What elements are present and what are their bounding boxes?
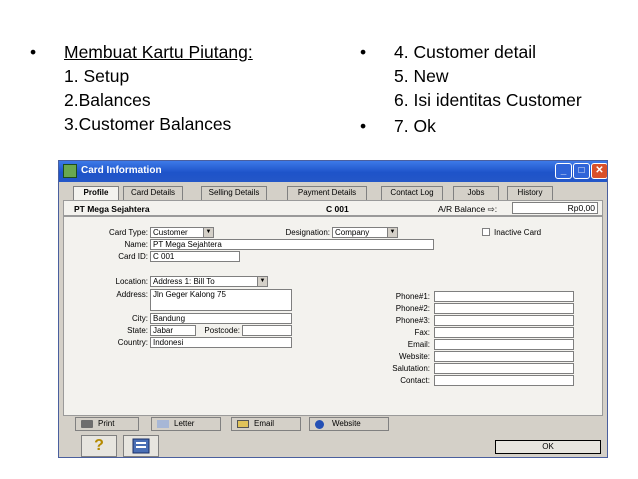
address-label: Address:: [116, 290, 148, 299]
website-field[interactable]: [434, 351, 574, 362]
chevron-down-icon[interactable]: ▼: [203, 228, 213, 237]
window-titlebar[interactable]: Card Information _ □ ✕: [59, 161, 607, 182]
tab-card-details[interactable]: Card Details: [123, 186, 183, 200]
location-value: Address 1: Bill To: [153, 277, 215, 286]
tab-jobs[interactable]: Jobs: [453, 186, 499, 200]
bullet-item: • 7. Ok: [360, 114, 582, 138]
action-button-bar: Print Letter Email Website: [63, 417, 603, 431]
right-bullet-list: • 4. Customer detail 5. New 6. Isi ident…: [360, 40, 582, 138]
card-header: PT Mega Sejahtera C 001 A/R Balance ⇨: R…: [63, 200, 603, 216]
phone1-field[interactable]: [434, 291, 574, 302]
card-id-label: Card ID:: [118, 252, 148, 261]
address-field[interactable]: Jln Geger Kalong 75: [150, 289, 292, 311]
print-label: Print: [98, 419, 115, 428]
tab-payment-details[interactable]: Payment Details: [287, 186, 367, 200]
email-label: Email:: [407, 340, 430, 349]
tab-profile[interactable]: Profile: [73, 186, 119, 200]
letter-button[interactable]: Letter: [151, 417, 221, 431]
bullet-subline: 2.Balances: [64, 90, 151, 110]
left-bullet-list: • Membuat Kartu Piutang: 1. Setup 2.Bala…: [30, 40, 253, 136]
chevron-down-icon[interactable]: ▼: [257, 277, 267, 286]
email-icon: [237, 420, 249, 428]
email-button-label: Email: [254, 419, 275, 428]
bullet-subline: 6. Isi identitas Customer: [394, 90, 582, 110]
inactive-card-checkbox[interactable]: [482, 228, 490, 236]
phone1-label: Phone#1:: [395, 292, 430, 301]
bullet-subline: 1. Setup: [64, 66, 130, 86]
bullet-subline: 3.Customer Balances: [64, 114, 232, 134]
card-type-label: Card Type:: [109, 228, 148, 237]
salutation-field[interactable]: [434, 363, 574, 374]
website-button-label: Website: [332, 419, 361, 428]
maximize-button[interactable]: □: [573, 163, 590, 179]
tab-selling-details[interactable]: Selling Details: [201, 186, 267, 200]
contact-label: Contact:: [400, 376, 430, 385]
printer-icon: [81, 420, 93, 428]
card-type-value: Customer: [153, 228, 188, 237]
email-button[interactable]: Email: [231, 417, 301, 431]
inactive-card-label: Inactive Card: [494, 228, 542, 237]
window-title: Card Information: [81, 165, 162, 176]
phone2-label: Phone#2:: [395, 304, 430, 313]
phone3-field[interactable]: [434, 315, 574, 326]
tab-contact-log[interactable]: Contact Log: [381, 186, 443, 200]
bullet-line: 4. Customer detail: [394, 42, 537, 62]
bullet-dot: •: [30, 42, 37, 62]
card-type-select[interactable]: Customer ▼: [150, 227, 214, 238]
window-bottom-bar: ? OK: [59, 432, 607, 457]
close-button[interactable]: ✕: [591, 163, 607, 179]
state-field[interactable]: Jabar: [150, 325, 196, 336]
card-window-icon: [63, 164, 77, 178]
bullet-line: 7. Ok: [394, 116, 436, 136]
help-button[interactable]: ?: [81, 435, 117, 457]
fax-field[interactable]: [434, 327, 574, 338]
letter-icon: [157, 420, 169, 428]
bullet-subline: 5. New: [394, 66, 449, 86]
state-label: State:: [127, 326, 148, 335]
ar-balance-value: Rp0,00: [512, 202, 598, 214]
country-label: Country:: [117, 338, 148, 347]
phone3-label: Phone#3:: [395, 316, 430, 325]
website-button[interactable]: Website: [309, 417, 389, 431]
card-id-heading: C 001: [326, 204, 349, 214]
profile-panel: Card Type: Customer ▼ Designation: Compa…: [63, 216, 603, 416]
card-name-heading: PT Mega Sejahtera: [74, 204, 150, 214]
postcode-field[interactable]: [242, 325, 292, 336]
designation-select[interactable]: Company ▼: [332, 227, 398, 238]
bullet-item: • 4. Customer detail: [360, 40, 582, 64]
ar-balance-label: A/R Balance ⇨:: [438, 204, 498, 214]
help-icon: ?: [94, 437, 104, 454]
bullet-heading: Membuat Kartu Piutang:: [64, 42, 253, 62]
designation-label: Designation:: [285, 228, 330, 237]
chevron-down-icon[interactable]: ▼: [387, 228, 397, 237]
website-label: Website:: [399, 352, 430, 361]
postcode-label: Postcode:: [204, 326, 240, 335]
designation-value: Company: [335, 228, 370, 237]
bullet-dot: •: [360, 116, 367, 136]
location-select[interactable]: Address 1: Bill To ▼: [150, 276, 268, 287]
phone2-field[interactable]: [434, 303, 574, 314]
fax-label: Fax:: [414, 328, 430, 337]
card-id-field[interactable]: C 001: [150, 251, 240, 262]
print-button[interactable]: Print: [75, 417, 139, 431]
tab-history[interactable]: History: [507, 186, 553, 200]
name-label: Name:: [124, 240, 148, 249]
contact-field[interactable]: [434, 375, 574, 386]
ok-button[interactable]: OK: [495, 440, 601, 454]
name-field[interactable]: PT Mega Sejahtera: [150, 239, 434, 250]
city-field[interactable]: Bandung: [150, 313, 292, 324]
card-information-window: Card Information _ □ ✕ Profile Card Deta…: [58, 160, 608, 458]
database-icon: [132, 438, 150, 454]
database-button[interactable]: [123, 435, 159, 457]
minimize-button[interactable]: _: [555, 163, 572, 179]
letter-label: Letter: [174, 419, 195, 428]
email-field[interactable]: [434, 339, 574, 350]
salutation-label: Salutation:: [392, 364, 430, 373]
bullet-item: • Membuat Kartu Piutang:: [30, 40, 253, 64]
location-label: Location:: [115, 277, 148, 286]
globe-icon: [315, 420, 324, 429]
bullet-dot: •: [360, 42, 367, 62]
country-field[interactable]: Indonesi: [150, 337, 292, 348]
city-label: City:: [132, 314, 148, 323]
